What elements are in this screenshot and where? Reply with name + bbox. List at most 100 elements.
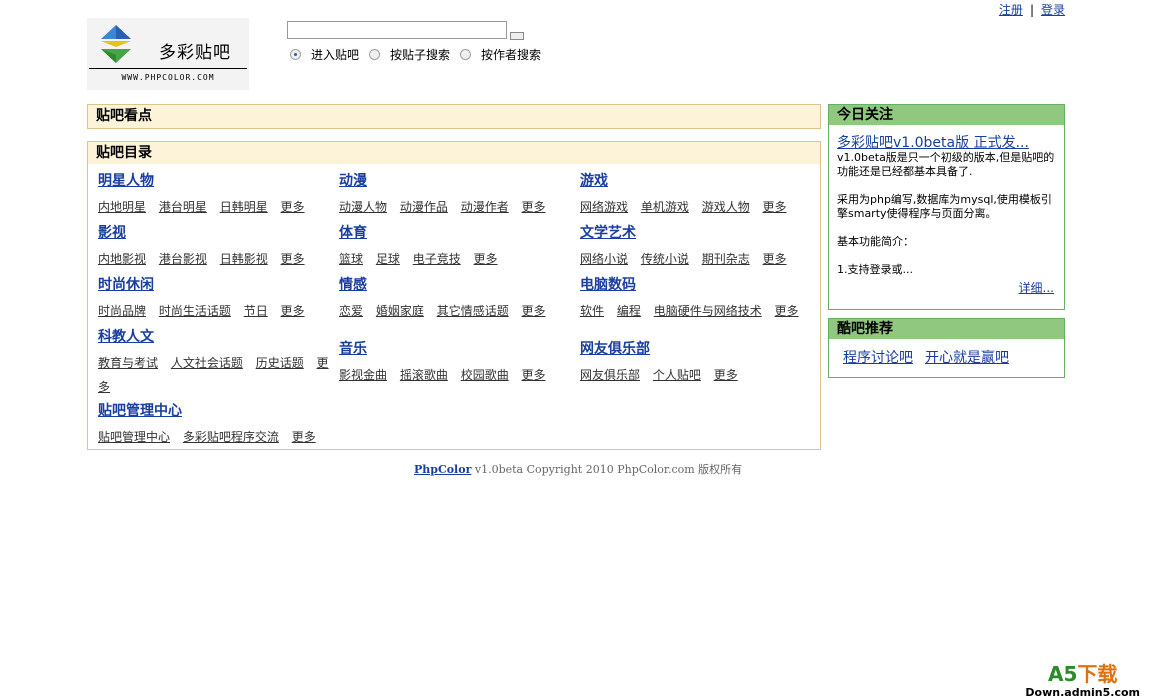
radio-search-author[interactable]: 按作者搜索: [460, 46, 541, 63]
radio-label: 进入贴吧: [311, 48, 360, 62]
radio-search-posts[interactable]: 按贴子搜索: [369, 46, 450, 63]
category-title-link[interactable]: 文学艺术: [580, 222, 812, 242]
category-sublink[interactable]: 校园歌曲: [461, 368, 509, 382]
directory-category: 影视内地影视 港台影视 日韩影视 更多: [98, 222, 330, 271]
category-sublink[interactable]: 动漫作者: [461, 200, 509, 214]
category-title-link[interactable]: 情感: [339, 274, 571, 294]
category-title-link[interactable]: 游戏: [580, 170, 812, 190]
directory-category: 文学艺术网络小说 传统小说 期刊杂志 更多: [580, 222, 812, 271]
today-more-link[interactable]: 详细...: [1019, 279, 1054, 296]
category-sublink[interactable]: 其它情感话题: [437, 304, 509, 318]
site-logo[interactable]: 多彩贴吧 WWW.PHPCOLOR.COM: [87, 18, 249, 90]
category-title-link[interactable]: 明星人物: [98, 170, 330, 190]
category-title-link[interactable]: 音乐: [339, 338, 571, 358]
category-sublink[interactable]: 更多: [763, 200, 787, 214]
category-sublink[interactable]: 动漫作品: [400, 200, 448, 214]
category-links: 教育与考试 人文社会话题 历史话题 更多: [98, 351, 330, 399]
today-title: 今日关注: [829, 105, 1064, 125]
recommend-link[interactable]: 程序讨论吧: [843, 350, 913, 366]
category-sublink[interactable]: 日韩明星: [220, 200, 268, 214]
category-sublink[interactable]: 内地影视: [98, 252, 146, 266]
category-sublink[interactable]: 更多: [281, 304, 305, 318]
category-sublink[interactable]: 时尚生活话题: [159, 304, 231, 318]
watermark: A5下载 Down.admin5.com: [1025, 658, 1140, 699]
category-sublink[interactable]: 网络小说: [580, 252, 628, 266]
category-sublink[interactable]: 时尚品牌: [98, 304, 146, 318]
category-sublink[interactable]: 港台明星: [159, 200, 207, 214]
category-sublink[interactable]: 编程: [617, 304, 641, 318]
category-sublink[interactable]: 软件: [580, 304, 604, 318]
category-sublink[interactable]: 内地明星: [98, 200, 146, 214]
category-sublink[interactable]: 摇滚歌曲: [400, 368, 448, 382]
register-link[interactable]: 注册: [999, 3, 1023, 17]
radio-enter-bar[interactable]: 进入贴吧: [290, 46, 359, 63]
category-sublink[interactable]: 港台影视: [159, 252, 207, 266]
category-sublink[interactable]: 更多: [281, 200, 305, 214]
directory-category: 明星人物内地明星 港台明星 日韩明星 更多: [98, 170, 330, 219]
category-sublink[interactable]: 婚姻家庭: [376, 304, 424, 318]
radio-label: 按贴子搜索: [390, 48, 451, 62]
category-sublink[interactable]: 更多: [292, 430, 316, 444]
category-links: 影视金曲 摇滚歌曲 校园歌曲 更多: [339, 363, 571, 387]
directory-category: 电脑数码软件 编程 电脑硬件与网络技术 更多: [580, 274, 812, 323]
category-links: 网友俱乐部 个人贴吧 更多: [580, 363, 812, 387]
search-button-icon[interactable]: [510, 32, 524, 40]
category-title-link[interactable]: 动漫: [339, 170, 571, 190]
category-sublink[interactable]: 网络游戏: [580, 200, 628, 214]
today-headline-link[interactable]: 多彩贴吧v1.0beta版 正式发...: [837, 132, 1029, 152]
category-title-link[interactable]: 网友俱乐部: [580, 338, 812, 358]
category-sublink[interactable]: 更多: [522, 200, 546, 214]
directory-category: 游戏网络游戏 单机游戏 游戏人物 更多: [580, 170, 812, 219]
radio-dot-selected[interactable]: [290, 49, 301, 60]
category-title-link[interactable]: 时尚休闲: [98, 274, 330, 294]
category-sublink[interactable]: 更多: [763, 252, 787, 266]
category-links: 内地影视 港台影视 日韩影视 更多: [98, 247, 330, 271]
category-sublink[interactable]: 足球: [376, 252, 400, 266]
category-sublink[interactable]: 更多: [775, 304, 799, 318]
category-title-link[interactable]: 影视: [98, 222, 330, 242]
category-sublink[interactable]: 个人贴吧: [653, 368, 701, 382]
category-sublink[interactable]: 更多: [522, 368, 546, 382]
category-title-link[interactable]: 体育: [339, 222, 571, 242]
category-sublink[interactable]: 教育与考试: [98, 356, 158, 370]
watermark-brand: A5下载: [1025, 658, 1140, 687]
category-sublink[interactable]: 日韩影视: [220, 252, 268, 266]
category-sublink[interactable]: 多彩贴吧程序交流: [183, 430, 279, 444]
login-link[interactable]: 登录: [1041, 3, 1065, 17]
category-sublink[interactable]: 游戏人物: [702, 200, 750, 214]
category-sublink[interactable]: 更多: [474, 252, 498, 266]
category-sublink[interactable]: 更多: [714, 368, 738, 382]
category-title-link[interactable]: 电脑数码: [580, 274, 812, 294]
category-sublink[interactable]: 电脑硬件与网络技术: [654, 304, 762, 318]
radio-dot[interactable]: [369, 49, 381, 60]
category-sublink[interactable]: 影视金曲: [339, 368, 387, 382]
search-input[interactable]: [287, 21, 507, 39]
category-sublink[interactable]: 节日: [244, 304, 268, 318]
recommend-panel: 酷吧推荐 程序讨论吧 开心就是赢吧: [828, 318, 1065, 378]
directory-category: 体育篮球 足球 电子竞技 更多: [339, 222, 571, 271]
category-sublink[interactable]: 篮球: [339, 252, 363, 266]
logo-url: WWW.PHPCOLOR.COM: [121, 73, 215, 82]
category-sublink[interactable]: 网友俱乐部: [580, 368, 640, 382]
category-sublink[interactable]: 期刊杂志: [702, 252, 750, 266]
category-sublink[interactable]: 传统小说: [641, 252, 689, 266]
radio-label: 按作者搜索: [481, 48, 542, 62]
category-title-link[interactable]: 贴吧管理中心: [98, 400, 330, 420]
category-sublink[interactable]: 电子竞技: [413, 252, 461, 266]
footer-link[interactable]: PhpColor: [414, 463, 471, 476]
category-sublink[interactable]: 更多: [281, 252, 305, 266]
category-links: 贴吧管理中心 多彩贴吧程序交流 更多: [98, 425, 330, 449]
category-sublink[interactable]: 单机游戏: [641, 200, 689, 214]
watermark-brand-b: 下载: [1077, 662, 1118, 686]
category-sublink[interactable]: 动漫人物: [339, 200, 387, 214]
category-sublink[interactable]: 历史话题: [256, 356, 304, 370]
category-sublink[interactable]: 人文社会话题: [171, 356, 243, 370]
recommend-link[interactable]: 开心就是赢吧: [925, 350, 1009, 366]
watermark-domain: Down.admin5.com: [1025, 686, 1140, 699]
category-sublink[interactable]: 恋爱: [339, 304, 363, 318]
category-title-link[interactable]: 科教人文: [98, 326, 330, 346]
category-sublink[interactable]: 更多: [522, 304, 546, 318]
directory-category: 音乐影视金曲 摇滚歌曲 校园歌曲 更多: [339, 338, 571, 387]
radio-dot[interactable]: [460, 49, 472, 60]
category-sublink[interactable]: 贴吧管理中心: [98, 430, 170, 444]
